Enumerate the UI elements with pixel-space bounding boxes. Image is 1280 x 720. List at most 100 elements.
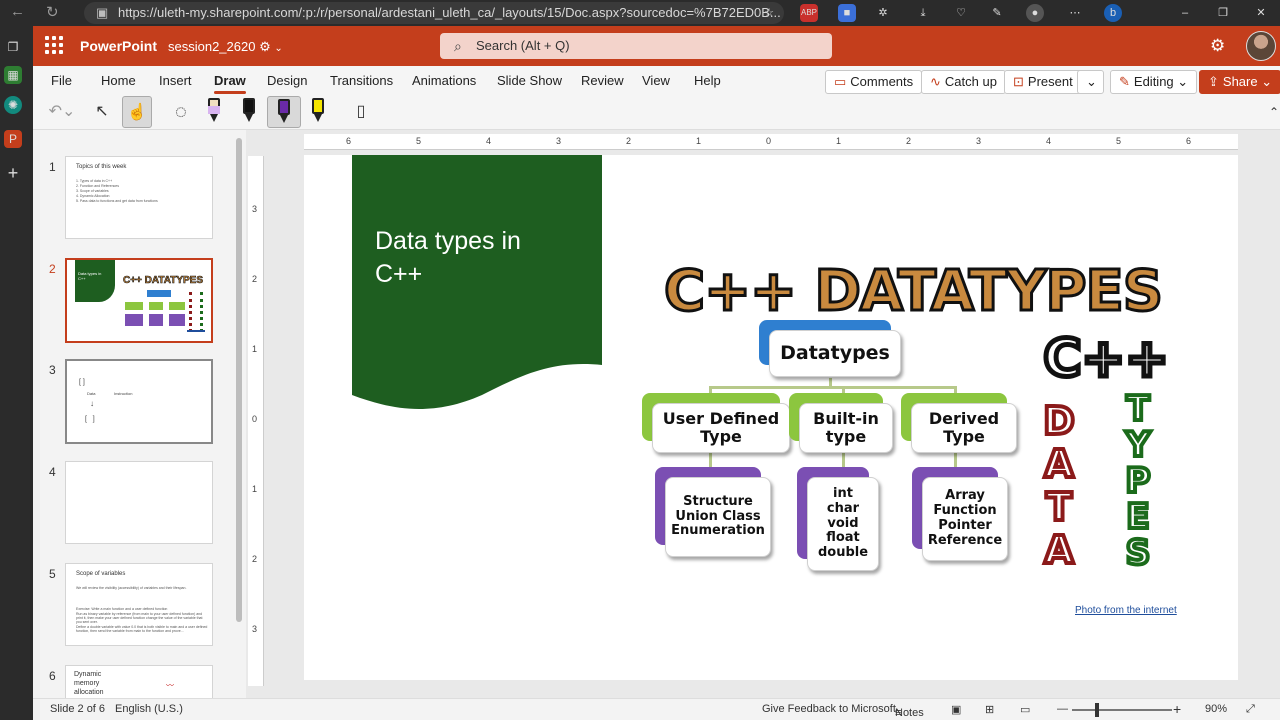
add-sidebar-icon[interactable]: + — [4, 164, 22, 182]
language-indicator[interactable]: English (U.S.) — [115, 703, 183, 715]
slide-number: 5 — [49, 567, 56, 581]
ruler-number: 5 — [1116, 136, 1122, 146]
address-bar[interactable]: ▣ https://uleth-my.sharepoint.com/:p:/r/… — [84, 2, 784, 24]
present-dropdown-button[interactable]: ⌄ — [1077, 70, 1104, 94]
bracket-icon: [ ] — [79, 379, 85, 386]
slide-thumbnail-2[interactable]: Data types in C++ C++ DATATYPES — [65, 258, 213, 343]
tab-view[interactable]: View — [642, 73, 670, 88]
refresh-icon[interactable]: ↻ — [46, 3, 59, 21]
zoom-out-icon[interactable]: — — [1057, 703, 1068, 715]
tab-slide-show[interactable]: Slide Show — [497, 73, 562, 88]
feedback-link[interactable]: Give Feedback to Microsoft — [762, 703, 896, 715]
tab-actions-icon[interactable]: ❐ — [4, 38, 22, 56]
select-pointer-icon[interactable]: ↖ — [87, 96, 117, 128]
search-input[interactable]: ⌕ Search (Alt + Q) — [440, 33, 832, 59]
tab-file[interactable]: File — [51, 73, 72, 88]
collapse-ribbon-icon[interactable]: ⌃ — [1259, 96, 1280, 128]
minimize-icon[interactable]: – — [1176, 4, 1194, 22]
tab-transitions[interactable]: Transitions — [330, 73, 393, 88]
undo-icon[interactable]: ↶⌄ — [47, 96, 77, 128]
slide-counter: Slide 2 of 6 — [50, 703, 106, 715]
present-button[interactable]: ⊡ Present — [1004, 70, 1082, 94]
extensions-icon[interactable]: ✲ — [874, 4, 892, 22]
user-defined-items-box: Structure Union Class Enumeration — [655, 467, 771, 557]
pen-tool-icon[interactable] — [207, 98, 221, 126]
thumbnail-box — [169, 314, 185, 326]
reading-view-icon[interactable]: ▭ — [1020, 703, 1030, 716]
ruler-icon[interactable]: ▯ — [346, 96, 376, 128]
derived-type-box: Derived Type — [901, 393, 1017, 453]
present-icon: ⊡ — [1013, 74, 1024, 89]
editing-mode-button[interactable]: ✎ Editing ⌄ — [1110, 70, 1198, 94]
download-icon[interactable]: ⤓ — [914, 4, 932, 22]
powerpoint-tab-icon[interactable]: P — [4, 130, 22, 148]
profile-icon[interactable]: ● — [1026, 4, 1044, 22]
close-window-icon[interactable]: ✕ — [1252, 4, 1270, 22]
comments-button[interactable]: ▭ Comments — [825, 70, 923, 94]
tab-animations[interactable]: Animations — [412, 73, 476, 88]
ruler-number: 4 — [486, 136, 492, 146]
touch-draw-icon[interactable]: ☝ — [122, 96, 152, 128]
bing-copilot-icon[interactable]: b — [1104, 4, 1122, 22]
slide-canvas[interactable]: Data types in C++ C++ DATATYPES Datatype… — [304, 155, 1238, 680]
slide-sorter-icon[interactable]: ⊞ — [985, 703, 994, 716]
zoom-in-icon[interactable]: + — [1173, 701, 1181, 717]
sidebar-app-icon[interactable]: ▦ — [4, 66, 22, 84]
fit-to-window-icon[interactable]: ⤢ — [1246, 703, 1255, 716]
thumbnail-text: Exercise: Write a main function and a us… — [76, 607, 168, 611]
tab-draw[interactable]: Draw — [214, 73, 246, 94]
slide-thumbnail-6[interactable]: Dynamic memory allocation 〰 — [65, 665, 213, 698]
cpp-side-text: C++ — [1041, 327, 1171, 392]
thumbnail-box — [169, 302, 185, 310]
app-name[interactable]: PowerPoint — [80, 38, 157, 54]
ruler-number: 1 — [252, 484, 258, 494]
tab-design[interactable]: Design — [267, 73, 307, 88]
search-icon: ⌕ — [454, 38, 462, 54]
performance-icon[interactable]: ♡ — [952, 4, 970, 22]
slide-title[interactable]: Data types in C++ — [375, 225, 575, 291]
zoom-slider[interactable] — [1072, 709, 1172, 711]
slide-thumbnail-1[interactable]: Topics of this week 1. Types of data in … — [65, 156, 213, 239]
collections-icon[interactable]: ✎ — [988, 4, 1006, 22]
ruler-number: 1 — [696, 136, 702, 146]
lasso-select-icon[interactable]: ◌ — [166, 96, 196, 128]
normal-view-icon[interactable]: ▣ — [951, 703, 961, 716]
highlighter-icon[interactable] — [311, 98, 325, 126]
app-launcher-icon[interactable] — [45, 36, 63, 54]
built-in-type-box: Built-in type — [789, 393, 893, 453]
thumbnail-text: you sent over. — [76, 620, 98, 624]
zoom-level[interactable]: 90% — [1205, 703, 1227, 715]
share-button[interactable]: ⇪ Share ⌄ — [1199, 70, 1280, 94]
thumbnail-title: Scope of variables — [76, 571, 126, 577]
tab-help[interactable]: Help — [694, 73, 721, 88]
share-icon: ⇪ — [1208, 74, 1219, 89]
photo-source-link[interactable]: Photo from the internet — [1075, 605, 1177, 616]
slide-thumbnail-3[interactable]: [ ] Data Instruction ↓ [ ] — [65, 359, 213, 444]
slide-thumbnail-4[interactable] — [65, 461, 213, 544]
page-info-icon[interactable]: ▣ — [96, 2, 108, 24]
ruler-number: 2 — [252, 554, 258, 564]
adblock-extension-icon[interactable]: ABP — [800, 4, 818, 22]
favorite-star-icon[interactable]: ☆ — [760, 4, 778, 22]
document-name[interactable]: session2_2620 ⚙ ⌄ — [168, 39, 283, 55]
restore-icon[interactable]: ❐ — [1214, 4, 1232, 22]
pen-tool-selected[interactable] — [267, 96, 301, 128]
back-arrow-icon[interactable]: ← — [10, 3, 25, 20]
ruler-number: 3 — [976, 136, 982, 146]
pen-tool-icon[interactable] — [242, 98, 256, 126]
thumbnail-scrollbar[interactable] — [236, 138, 242, 622]
avatar[interactable] — [1246, 31, 1276, 61]
chatgpt-icon[interactable]: ✺ — [4, 96, 22, 114]
slide-thumbnails-pane: 1 Topics of this week 1. Types of data i… — [33, 130, 246, 698]
catch-up-button[interactable]: ∿ Catch up — [921, 70, 1006, 94]
zoom-slider-thumb[interactable] — [1095, 703, 1099, 717]
thumbnail-heading: C++ DATATYPES — [123, 275, 204, 287]
settings-gear-icon[interactable]: ⚙ — [1210, 36, 1225, 56]
tab-home[interactable]: Home — [101, 73, 136, 88]
tab-review[interactable]: Review — [581, 73, 624, 88]
tab-insert[interactable]: Insert — [159, 73, 192, 88]
slide-thumbnail-5[interactable]: Scope of variables We will review the vi… — [65, 563, 213, 646]
more-menu-icon[interactable]: ⋯ — [1066, 4, 1084, 22]
slide-number: 2 — [49, 262, 56, 276]
extension-icon[interactable]: ■ — [838, 4, 856, 22]
